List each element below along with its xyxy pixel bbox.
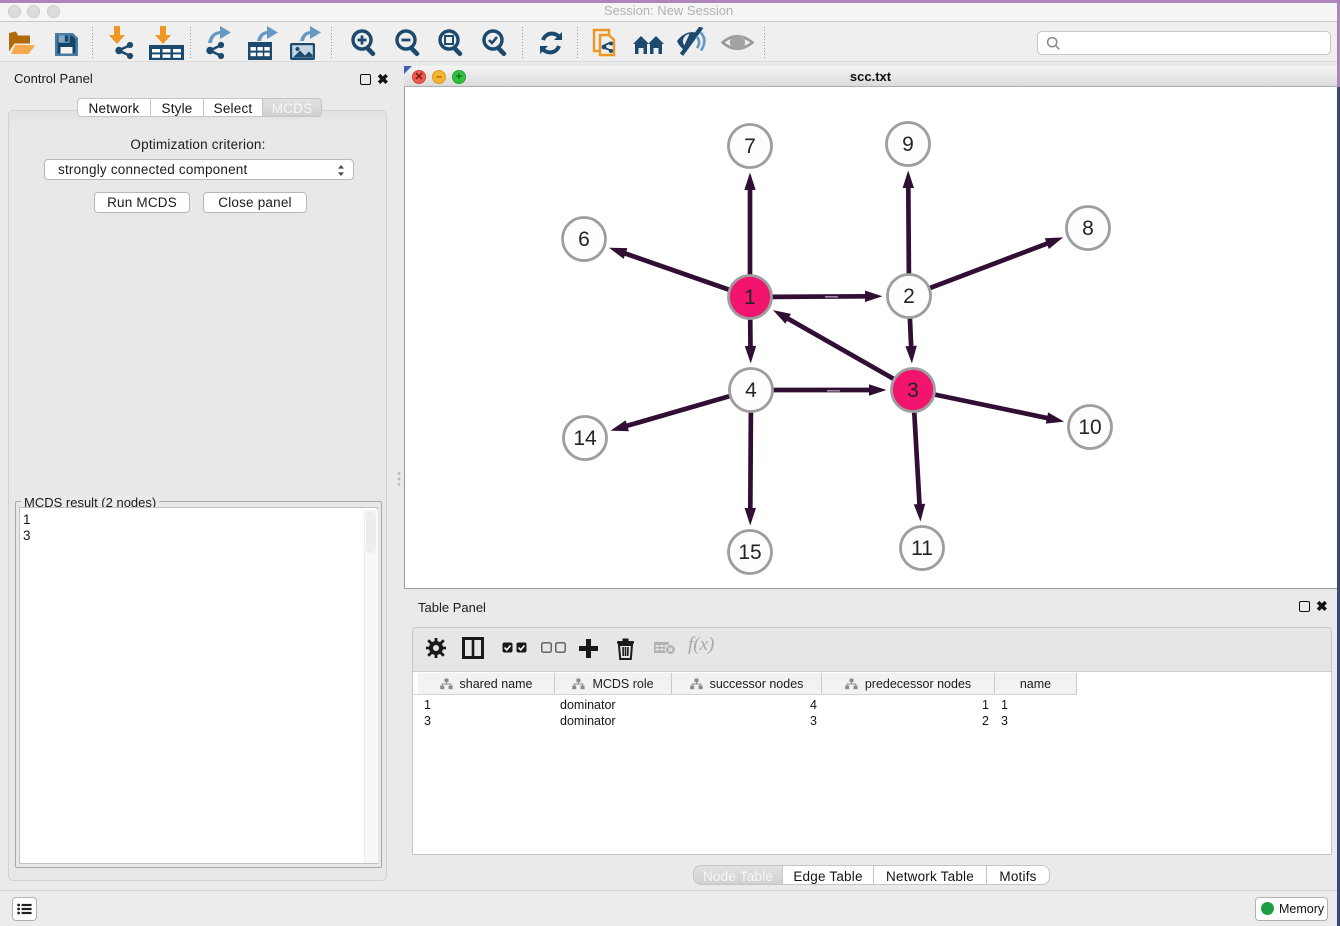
svg-text:14: 14 xyxy=(573,427,597,450)
svg-text:9: 9 xyxy=(902,133,914,156)
svg-text:1: 1 xyxy=(744,286,756,309)
svg-text:7: 7 xyxy=(744,135,756,158)
svg-text:6: 6 xyxy=(578,228,590,251)
svg-text:15: 15 xyxy=(738,541,761,564)
svg-text:3: 3 xyxy=(907,379,919,402)
svg-text:2: 2 xyxy=(903,285,915,308)
svg-text:10: 10 xyxy=(1078,416,1101,439)
svg-text:4: 4 xyxy=(745,379,757,402)
svg-text:8: 8 xyxy=(1082,217,1094,240)
svg-text:11: 11 xyxy=(911,537,933,560)
